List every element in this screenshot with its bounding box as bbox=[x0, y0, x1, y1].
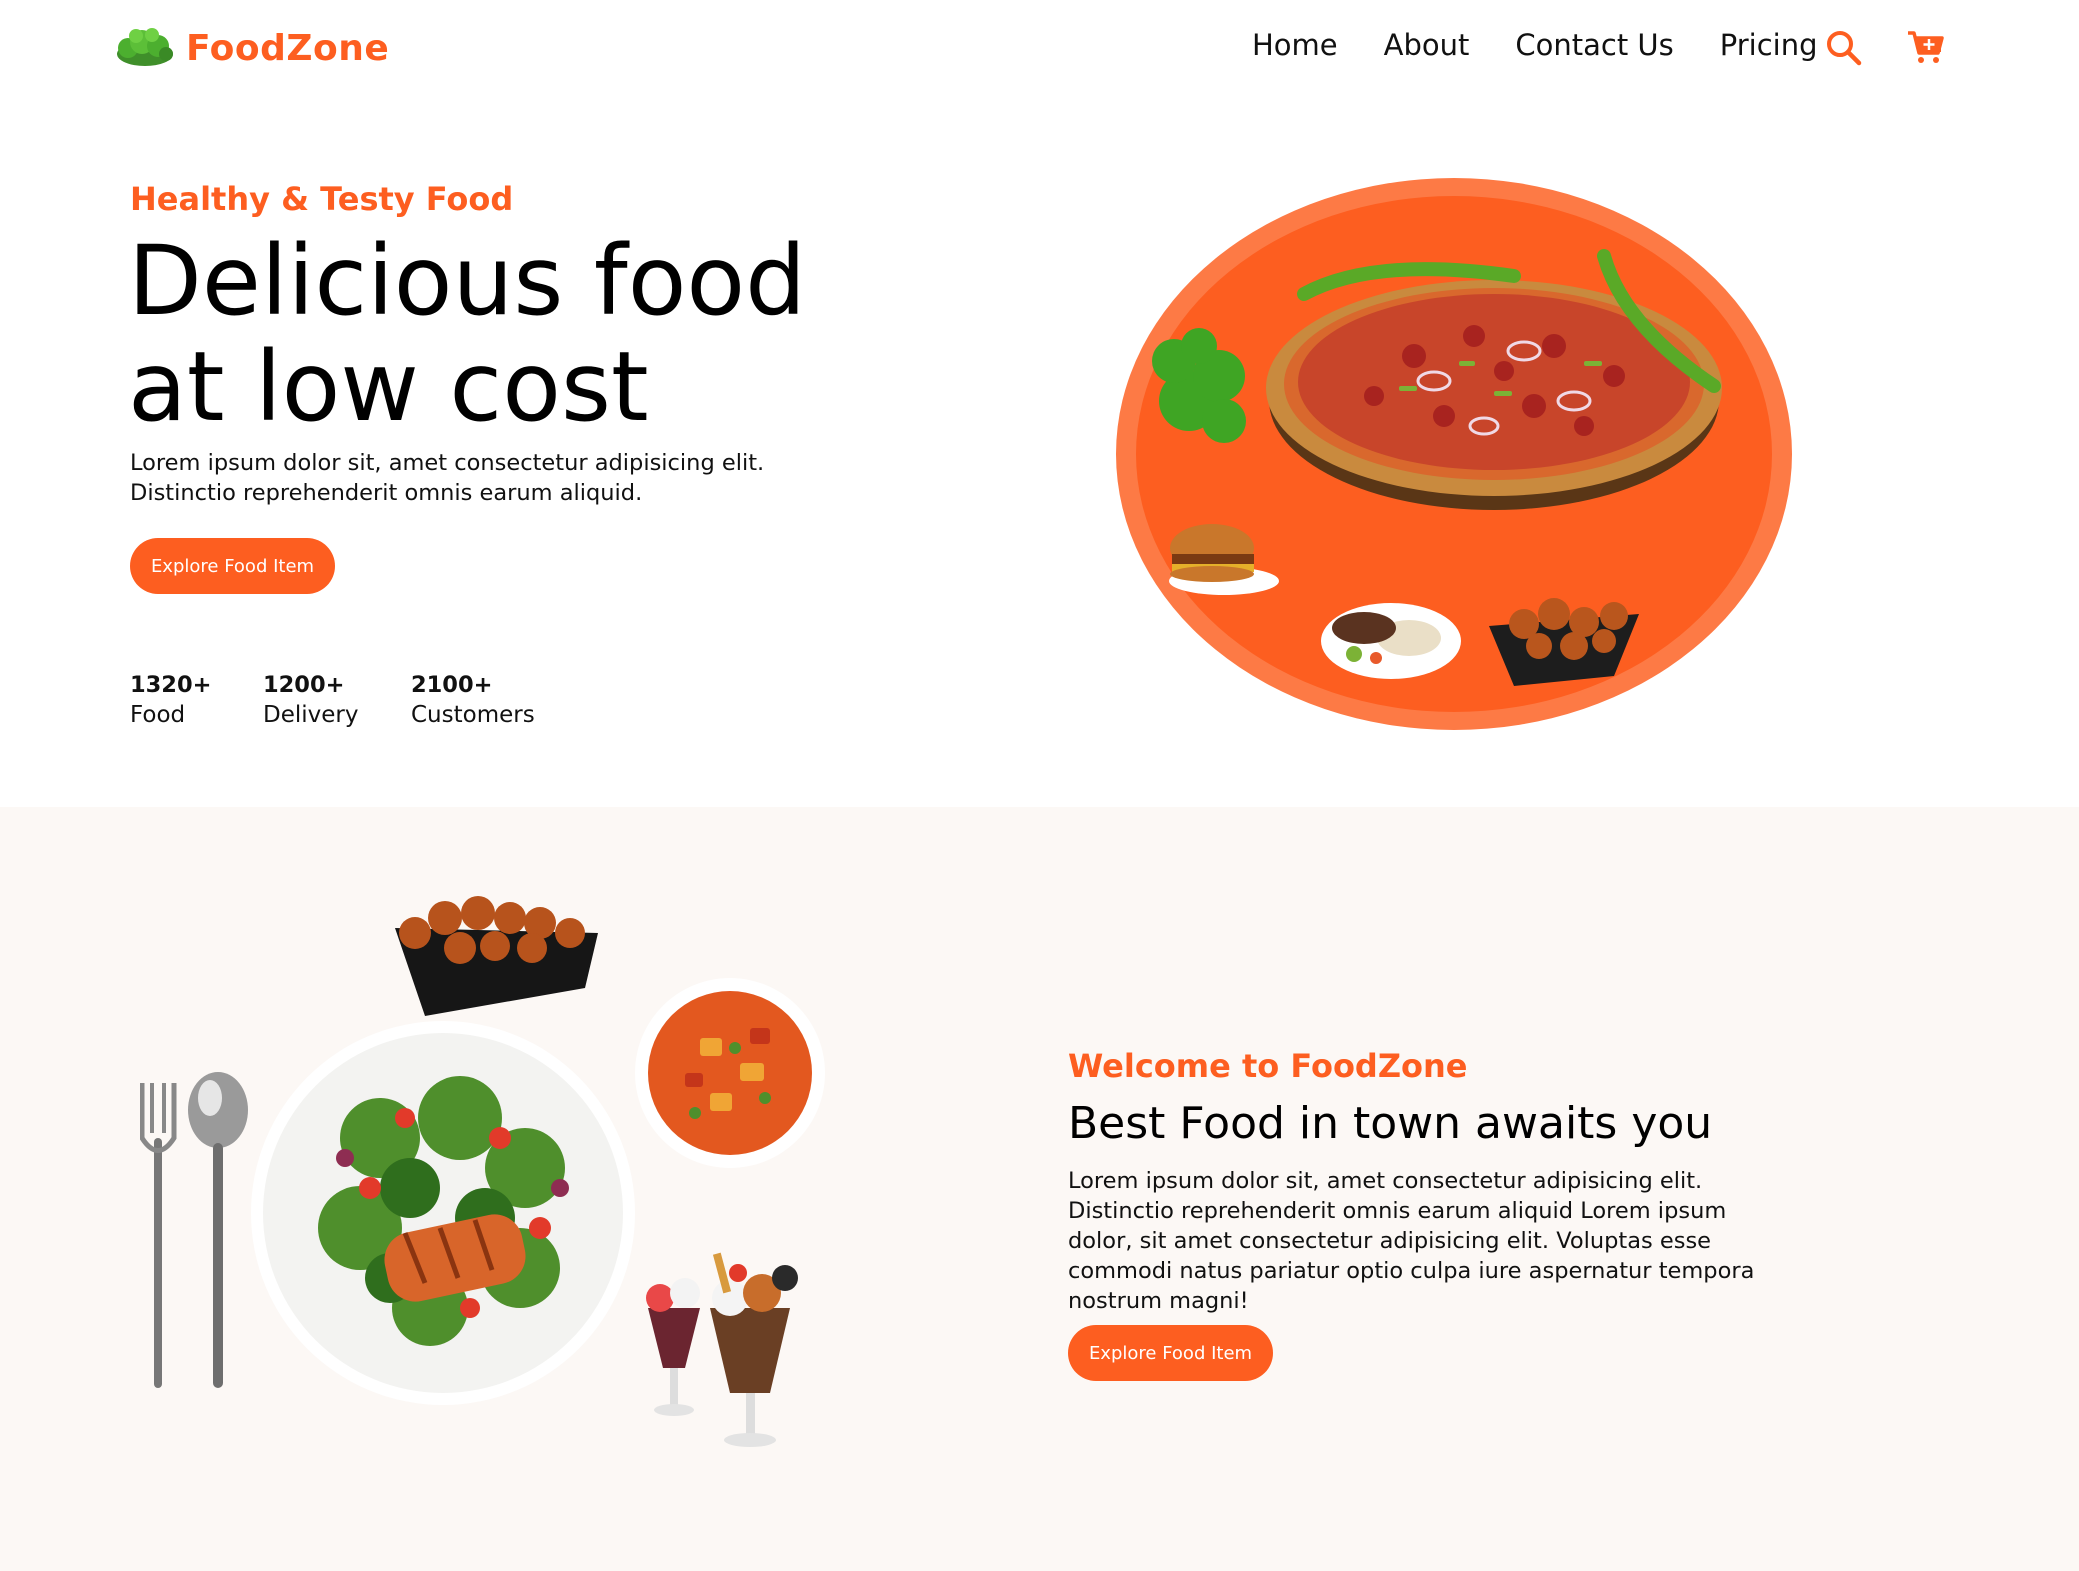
cart-icon[interactable] bbox=[1906, 28, 1944, 66]
stat-label: Delivery bbox=[263, 702, 359, 728]
stat-value: 2100+ bbox=[411, 672, 493, 698]
explore-food-button[interactable]: Explore Food Item bbox=[1068, 1325, 1273, 1381]
nav-links: Home About Contact Us Pricing bbox=[1252, 28, 1864, 62]
stat-food: 1320+ Food bbox=[130, 672, 211, 728]
logo[interactable]: FoodZone bbox=[114, 18, 389, 78]
nav-pricing[interactable]: Pricing bbox=[1720, 28, 1818, 62]
navbar: FoodZone Home About Contact Us Pricing bbox=[0, 0, 2079, 100]
stat-label: Food bbox=[130, 702, 186, 728]
nav-home[interactable]: Home bbox=[1252, 28, 1338, 62]
stat-customers: 2100+ Customers bbox=[411, 672, 535, 728]
leaf-bush-icon bbox=[117, 28, 173, 66]
stat-label: Customers bbox=[411, 702, 535, 728]
search-icon[interactable] bbox=[1826, 30, 1862, 66]
welcome-description: Lorem ipsum dolor sit, amet consectetur … bbox=[1068, 1168, 1755, 1314]
hero-title-line2: at low cost bbox=[128, 331, 649, 443]
hero-food-image bbox=[1116, 178, 1792, 730]
explore-food-button[interactable]: Explore Food Item bbox=[130, 538, 335, 594]
food-collage-image bbox=[140, 896, 825, 1447]
stat-delivery: 1200+ Delivery bbox=[263, 672, 358, 728]
brand-name: FoodZone bbox=[186, 27, 390, 69]
welcome-title: Best Food in town awaits you bbox=[1068, 1098, 1713, 1149]
stat-value: 1320+ bbox=[130, 672, 212, 698]
nav-contact-us[interactable]: Contact Us bbox=[1515, 28, 1673, 62]
nav-about[interactable]: About bbox=[1384, 28, 1470, 62]
hero-description: Lorem ipsum dolor sit, amet consectetur … bbox=[130, 450, 765, 506]
hero-tagline: Healthy & Testy Food bbox=[130, 180, 514, 218]
hero-title: Delicious food at low cost bbox=[128, 228, 888, 440]
welcome-tagline: Welcome to FoodZone bbox=[1068, 1047, 1468, 1085]
stat-value: 1200+ bbox=[263, 672, 345, 698]
hero-title-line1: Delicious food bbox=[128, 225, 807, 337]
